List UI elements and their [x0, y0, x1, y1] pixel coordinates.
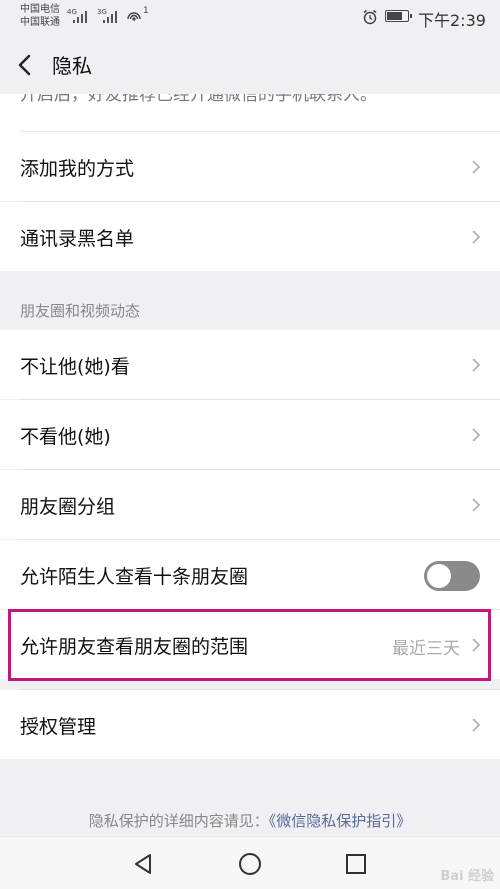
row-friends-view-range[interactable]: 允许朋友查看朋友圈的范围 最近三天 [0, 610, 500, 679]
row-label: 朋友圈分组 [20, 496, 116, 518]
nav-recents-icon[interactable] [343, 851, 369, 877]
range-value: 最近三天 [392, 639, 460, 659]
row-strangers-view-ten-posts: 允许陌生人查看十条朋友圈 [0, 540, 500, 609]
carrier-1-label: 中国电信 [20, 4, 60, 15]
cut-off-text: 开启后，好友推荐已经开通微信的手机联系人。 [20, 94, 377, 105]
row-label: 允许陌生人查看十条朋友圈 [20, 566, 249, 588]
row-add-me-methods[interactable]: 添加我的方式 [0, 132, 500, 201]
chevron-right-icon [472, 638, 481, 652]
row-label: 不让他(她)看 [20, 356, 130, 378]
chevron-right-icon [472, 718, 481, 732]
status-bar: 中国电信 中国联通 4G 3G 1 下午2:39 [0, 0, 500, 36]
privacy-footer: 隐私保护的详细内容请见：《微信隐私保护指引》 [0, 810, 500, 831]
chevron-right-icon [472, 358, 481, 372]
row-label: 添加我的方式 [20, 158, 135, 180]
nav-home-icon[interactable] [237, 851, 263, 877]
alarm-icon [363, 9, 377, 25]
cut-off-description: 开启后，好友推荐已经开通微信的手机联系人。 [0, 94, 500, 132]
row-hide-their-moments[interactable]: 不看他(她) [0, 400, 500, 469]
title-bar: 隐私 [0, 36, 500, 94]
row-label: 允许朋友查看朋友圈的范围 [20, 636, 249, 658]
chevron-right-icon [472, 160, 481, 174]
chevron-right-icon [472, 230, 481, 244]
page-title: 隐私 [52, 54, 92, 78]
row-moments-groups[interactable]: 朋友圈分组 [0, 470, 500, 539]
privacy-settings-screen: 中国电信 中国联通 4G 3G 1 下午2:39 隐私 开启后，好友推荐已经开通… [0, 0, 500, 889]
row-label: 不看他(她) [20, 426, 111, 448]
nav-back-icon[interactable] [130, 851, 156, 877]
back-arrow-icon[interactable] [12, 50, 40, 80]
battery-icon [385, 10, 412, 22]
row-label: 授权管理 [20, 716, 97, 738]
row-authorization-management[interactable]: 授权管理 [0, 690, 500, 759]
carrier-2-label: 中国联通 [20, 17, 60, 28]
system-navigation-bar: Bai 经验 [0, 836, 500, 889]
baidu-watermark: Bai 经验 [440, 869, 494, 884]
row-label: 通讯录黑名单 [20, 228, 135, 250]
strangers-view-toggle[interactable] [424, 561, 480, 591]
section-title-moments: 朋友圈和视频动态 [20, 302, 141, 320]
chevron-right-icon [472, 428, 481, 442]
hotspot-icon [127, 12, 141, 21]
carrier-info: 中国电信 中国联通 [20, 3, 60, 29]
chevron-right-icon [472, 498, 481, 512]
footer-text: 隐私保护的详细内容请见： [88, 812, 269, 830]
toggle-knob [427, 564, 451, 588]
row-contacts-blacklist[interactable]: 通讯录黑名单 [0, 202, 500, 271]
row-hide-from[interactable]: 不让他(她)看 [0, 330, 500, 399]
hotspot-count: 1 [143, 6, 149, 16]
status-time: 下午2:39 [418, 11, 486, 30]
privacy-guide-link[interactable]: 《微信隐私保护指引》 [269, 812, 412, 830]
